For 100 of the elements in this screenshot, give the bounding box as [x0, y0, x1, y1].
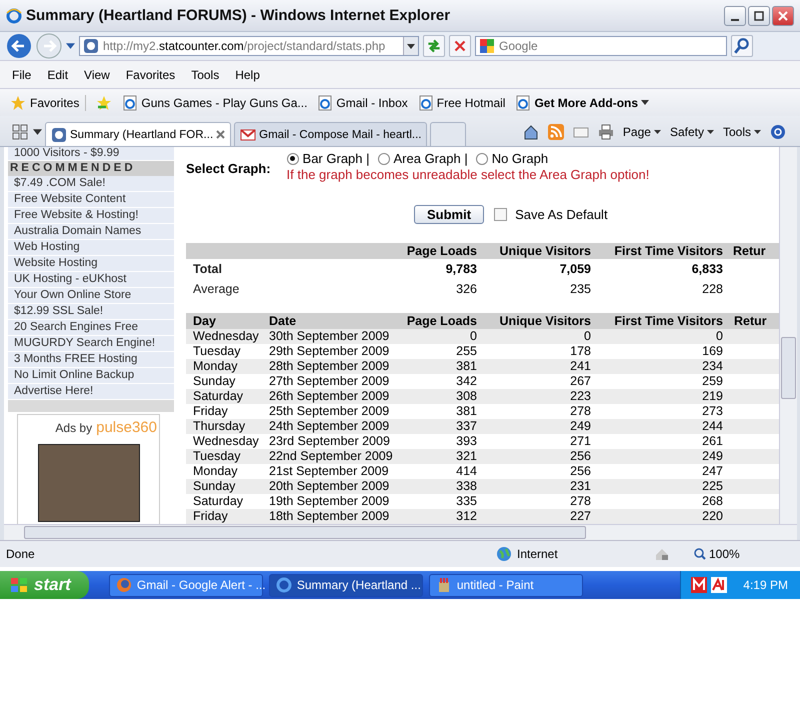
close-button[interactable] [772, 6, 794, 26]
search-box[interactable]: Google [475, 36, 727, 56]
menu-item[interactable]: Tools [191, 68, 220, 82]
favorites-link[interactable]: Get More Add-ons [515, 94, 650, 110]
browser-icon [6, 8, 22, 24]
warning-text: If the graph becomes unreadable select the Area Graph option! [286, 166, 650, 182]
table-cell-text: 228 [701, 281, 724, 298]
caret-icon[interactable] [33, 129, 42, 135]
column-header: Page Loads [406, 313, 478, 329]
table-cell-text: 22nd September 2009 [268, 449, 394, 464]
star-icon [10, 94, 26, 110]
radio-label[interactable]: Bar Graph | [302, 151, 370, 166]
close-icon[interactable] [216, 130, 226, 139]
sidebar-link[interactable]: Free Website Content [8, 192, 174, 208]
table-cell-text: 25th September 2009 [268, 404, 390, 419]
radio-button[interactable] [286, 152, 299, 164]
favorites-button[interactable]: Favorites [10, 94, 86, 110]
table-cell-text: 223 [569, 389, 592, 404]
sidebar-link[interactable]: Web Hosting [8, 240, 174, 256]
tray-icon[interactable] [711, 577, 728, 593]
table-cell-text: 326 [455, 281, 478, 298]
help-icon[interactable] [770, 124, 786, 140]
home-icon[interactable] [522, 124, 539, 140]
radio-label[interactable]: No Graph [492, 151, 548, 166]
table-cell-text: 220 [701, 509, 724, 524]
menu-item[interactable]: File [12, 68, 32, 82]
table-cell-text: 169 [701, 344, 724, 359]
column-header: First Time Visitors [613, 243, 724, 259]
horizontal-scrollbar[interactable] [4, 524, 797, 540]
radio-button[interactable] [378, 152, 390, 164]
table-cell-text: 29th September 2009 [268, 344, 390, 359]
status-text: Done [6, 547, 36, 561]
table-cell-text: 393 [455, 434, 478, 449]
table-cell-text: 337 [455, 419, 478, 434]
column-header: Unique Visitors [498, 313, 592, 329]
add-favorite-icon[interactable] [96, 94, 112, 110]
stop-icon[interactable] [449, 35, 471, 57]
feed-icon[interactable] [548, 124, 564, 140]
table-cell-text: 0 [715, 329, 724, 344]
sidebar-link[interactable]: UK Hosting - eUKhost [8, 272, 174, 288]
column-header: Day [192, 313, 217, 329]
command-menu[interactable]: Page [622, 125, 661, 139]
search-provider-icon [479, 38, 495, 54]
browser-tab[interactable]: Summary (Heartland FOR... [45, 122, 232, 146]
radio-button[interactable] [476, 152, 488, 164]
clock: 4:19 PM [743, 578, 788, 592]
checkbox[interactable] [494, 208, 508, 220]
checkbox-label[interactable]: Save As Default [515, 206, 608, 222]
back-button[interactable] [6, 33, 32, 59]
refresh-icon[interactable] [423, 35, 445, 57]
forward-button[interactable] [36, 33, 62, 59]
table-cell-text: Thursday [192, 419, 246, 434]
dropdown-button[interactable] [403, 37, 418, 55]
address-field[interactable]: http://my2.statcounter.com/project/standard/stats.php [79, 36, 419, 56]
sidebar-link[interactable]: Your Own Online Store [8, 288, 174, 304]
sidebar-link[interactable]: MUGURDY Search Engine! [8, 336, 174, 352]
favorites-link[interactable]: Gmail - Inbox [317, 94, 408, 110]
sidebar-link[interactable]: Australia Domain Names [8, 224, 174, 240]
menu-item[interactable]: Help [235, 68, 260, 82]
protected-mode-icon[interactable] [654, 546, 670, 562]
sidebar-link[interactable]: 20 Search Engines Free [8, 320, 174, 336]
menu-item[interactable]: Favorites [126, 68, 176, 82]
favorites-link[interactable]: Guns Games - Play Guns Ga... [122, 94, 308, 110]
vertical-scrollbar[interactable] [779, 147, 797, 524]
zoom-control[interactable]: 100% [694, 547, 740, 561]
favorites-link[interactable]: Free Hotmail [418, 94, 506, 110]
search-icon[interactable] [731, 35, 753, 57]
page-icon [515, 94, 532, 110]
taskbar-button[interactable]: Summary (Heartland ... [268, 574, 423, 596]
sidebar-link[interactable]: Website Hosting [8, 256, 174, 272]
submit-button[interactable]: Submit [414, 204, 484, 224]
sidebar-link[interactable]: Free Website & Hosting! [8, 208, 174, 224]
sidebar-link[interactable]: $12.99 SSL Sale! [8, 304, 174, 320]
command-menu[interactable]: Safety [670, 125, 714, 139]
caret-icon [754, 130, 761, 134]
table-cell-text: 234 [701, 359, 724, 374]
sidebar-link[interactable]: 3 Months FREE Hosting [8, 352, 174, 368]
menu-item[interactable]: View [84, 68, 110, 82]
taskbar-button[interactable]: Gmail - Google Alert - ... [108, 574, 263, 596]
caret-icon[interactable] [66, 43, 75, 49]
table-cell-text: Wednesday [192, 329, 260, 344]
table-cell-text: 18th September 2009 [268, 509, 390, 524]
menu-item[interactable]: Edit [47, 68, 68, 82]
page-icon [317, 94, 334, 110]
browser-tab[interactable]: Gmail - Compose Mail - heartl... [234, 122, 428, 146]
print-icon[interactable] [598, 124, 614, 140]
quick-tabs-icon[interactable] [12, 124, 28, 140]
sidebar-link[interactable]: Advertise Here! [8, 384, 174, 400]
command-menu[interactable]: Tools [722, 125, 761, 139]
radio-label[interactable]: Area Graph | [394, 151, 468, 166]
minimize-button[interactable] [724, 6, 746, 26]
sidebar-link[interactable]: 1000 Visitors - $9.99 [8, 147, 174, 161]
table-cell-text: 273 [701, 404, 724, 419]
sidebar-link[interactable]: No Limit Online Backup [8, 368, 174, 384]
maximize-button[interactable] [748, 6, 770, 26]
sidebar-link[interactable]: $7.49 .COM Sale! [8, 176, 174, 192]
taskbar-button[interactable]: untitled - Paint [428, 574, 583, 596]
tray-icon[interactable] [691, 577, 708, 593]
table-cell-text: Average [192, 281, 240, 298]
table-cell-text: 26th September 2009 [268, 389, 390, 404]
